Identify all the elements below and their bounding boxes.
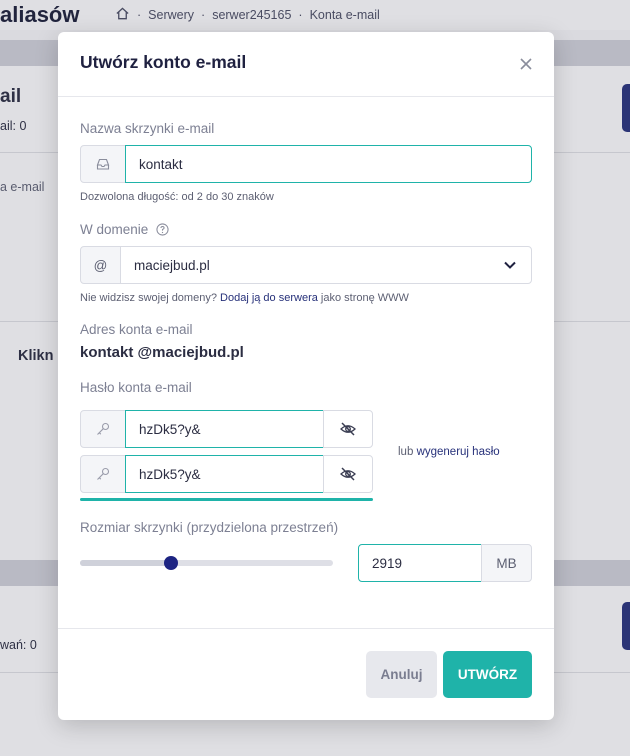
eye-off-icon[interactable] xyxy=(323,410,373,448)
key-icon xyxy=(80,410,126,448)
address-label: Adres konta e-mail xyxy=(80,322,193,337)
eye-off-icon[interactable] xyxy=(323,455,373,493)
generate-prefix: lub xyxy=(398,446,414,458)
at-prefix: @ xyxy=(80,246,121,284)
mailbox-label: Nazwa skrzynki e-mail xyxy=(80,121,215,136)
size-slider-handle[interactable] xyxy=(164,556,179,570)
password-label: Hasło konta e-mail xyxy=(80,380,192,395)
mailbox-length-hint: Dozwolona długość: od 2 do 30 znaków xyxy=(80,191,274,203)
footer-divider xyxy=(58,628,554,629)
password-input[interactable] xyxy=(125,410,324,448)
domain-hint-text: Nie widzisz swojej domeny? xyxy=(80,292,217,304)
domain-hint: Nie widzisz swojej domeny? Dodaj ją do s… xyxy=(80,292,409,304)
mailbox-name-input[interactable] xyxy=(125,145,532,183)
create-email-modal: Utwórz konto e-mail Nazwa skrzynki e-mai… xyxy=(58,32,554,720)
domain-label-row: W domenie xyxy=(80,222,169,237)
domain-value: maciejbud.pl xyxy=(134,257,210,273)
password-strength-bar xyxy=(80,498,373,501)
size-input[interactable] xyxy=(358,544,482,582)
help-circle-icon[interactable] xyxy=(156,223,169,236)
modal-header: Utwórz konto e-mail xyxy=(58,32,554,97)
password-confirm-input[interactable] xyxy=(125,455,324,493)
domain-label: W domenie xyxy=(80,222,149,237)
domain-hint-suffix: jako stronę WWW xyxy=(320,292,409,304)
address-value: kontakt @maciejbud.pl xyxy=(80,344,244,361)
domain-select[interactable]: maciejbud.pl xyxy=(120,246,532,284)
cancel-button[interactable]: Anuluj xyxy=(366,651,437,698)
key-icon xyxy=(80,455,126,493)
size-slider[interactable] xyxy=(80,556,333,570)
generate-password-row: lub wygeneruj hasło xyxy=(398,446,500,458)
inbox-icon xyxy=(80,145,126,183)
generate-password-link[interactable]: wygeneruj hasło xyxy=(417,446,500,458)
modal-title: Utwórz konto e-mail xyxy=(80,52,247,72)
close-icon[interactable] xyxy=(517,55,535,73)
size-label: Rozmiar skrzynki (przydzielona przestrze… xyxy=(80,520,339,535)
size-slider-fill xyxy=(80,560,172,566)
chevron-down-icon xyxy=(502,257,518,273)
add-domain-link[interactable]: Dodaj ją do serwera xyxy=(220,292,318,304)
size-unit: MB xyxy=(481,544,532,582)
create-button[interactable]: UTWÓRZ xyxy=(443,651,532,698)
